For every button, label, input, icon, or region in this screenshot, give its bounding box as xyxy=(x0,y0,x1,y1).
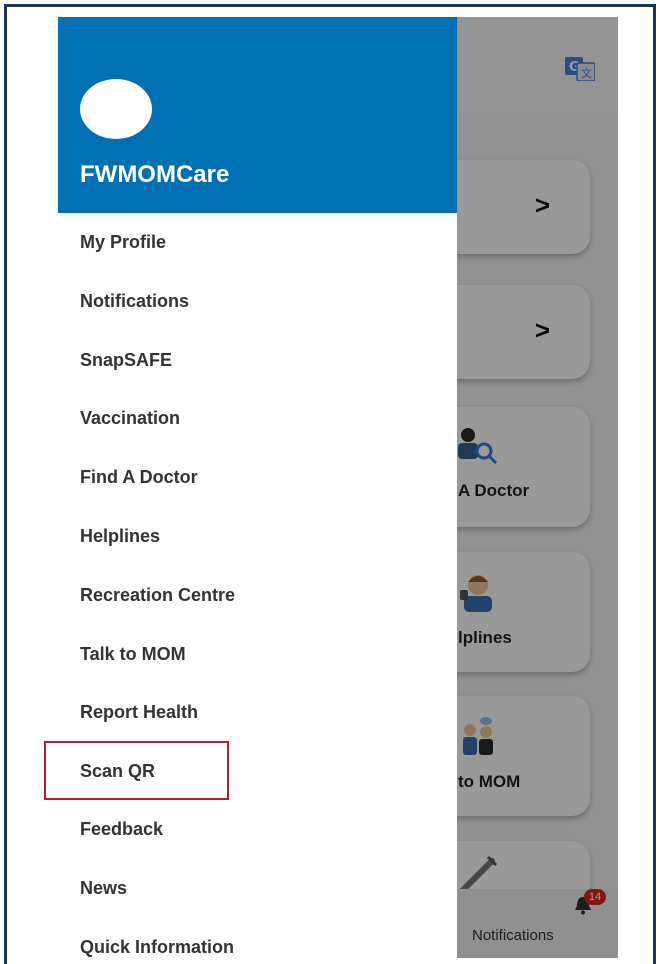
menu-item-find-a-doctor[interactable]: Find A Doctor xyxy=(80,467,198,488)
scan-qr-highlight-box xyxy=(44,741,229,800)
navigation-drawer: FWMOMCare My Profile Notifications SnapS… xyxy=(58,17,457,958)
phone-screen: G 文 > > A Doctor lplines to MOM 14 Notif… xyxy=(58,17,618,958)
menu-item-vaccination[interactable]: Vaccination xyxy=(80,408,180,429)
menu-item-feedback[interactable]: Feedback xyxy=(80,819,163,840)
menu-item-my-profile[interactable]: My Profile xyxy=(80,232,166,253)
menu-item-talk-to-mom[interactable]: Talk to MOM xyxy=(80,644,186,665)
drawer-header: FWMOMCare xyxy=(58,17,457,213)
menu-item-recreation-centre[interactable]: Recreation Centre xyxy=(80,585,235,606)
menu-item-report-health[interactable]: Report Health xyxy=(80,702,198,723)
menu-item-news[interactable]: News xyxy=(80,878,127,899)
menu-item-helplines[interactable]: Helplines xyxy=(80,526,160,547)
menu-item-notifications[interactable]: Notifications xyxy=(80,291,189,312)
app-title: FWMOMCare xyxy=(80,161,230,188)
menu-item-quick-information[interactable]: Quick Information xyxy=(80,937,234,958)
avatar[interactable] xyxy=(80,79,152,139)
menu-item-snapsafe[interactable]: SnapSAFE xyxy=(80,350,172,371)
